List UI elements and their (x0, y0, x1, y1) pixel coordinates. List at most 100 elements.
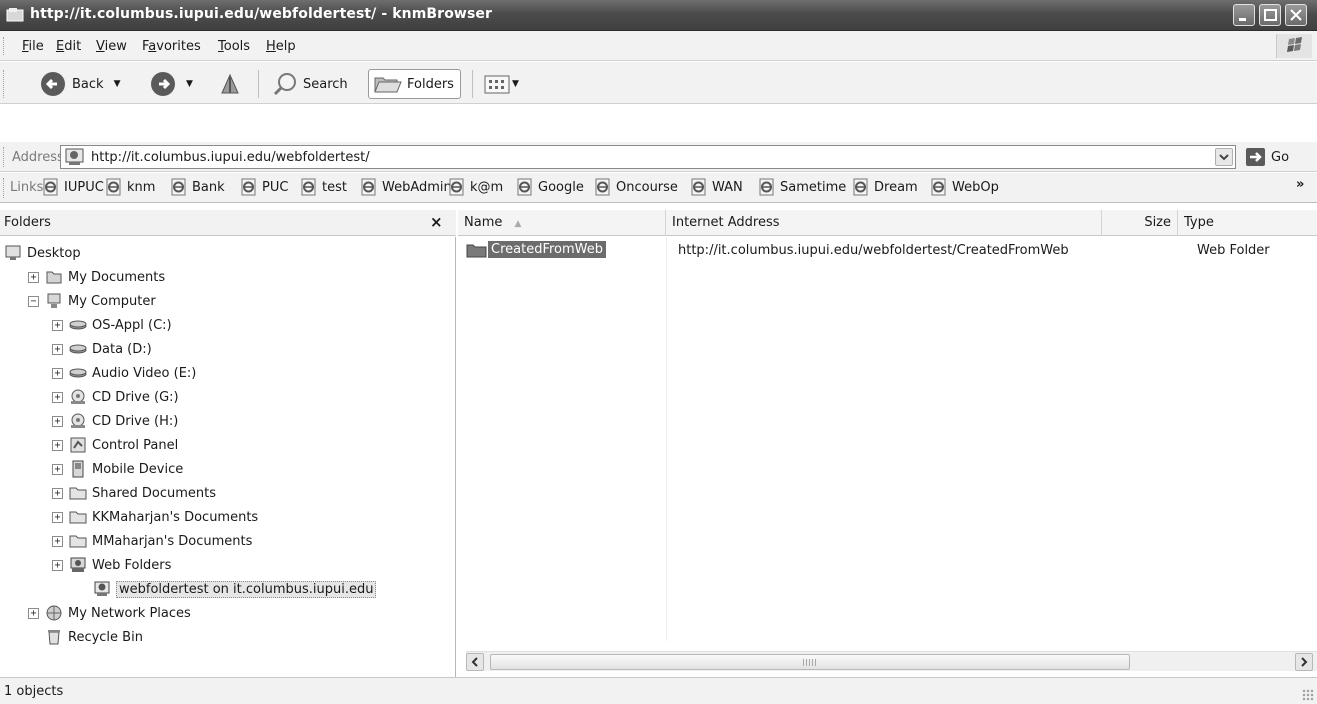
menu-bar-grip[interactable] (3, 37, 6, 55)
tree-item[interactable]: Recycle Bin (28, 625, 143, 649)
links-overflow-chevron[interactable]: » (1296, 177, 1304, 192)
scroll-left-button[interactable] (466, 653, 484, 671)
menu-view[interactable]: View (96, 39, 127, 54)
close-button[interactable] (1285, 4, 1307, 26)
link-item[interactable]: test (300, 178, 347, 196)
collapse-icon[interactable]: − (28, 295, 39, 307)
search-button[interactable]: Search (272, 69, 348, 99)
forward-button[interactable]: ▼ (150, 69, 193, 99)
scroll-right-button[interactable] (1295, 653, 1313, 671)
scrollbar-thumb[interactable] (490, 654, 1130, 670)
menu-edit[interactable]: Edit (56, 39, 81, 54)
tree-item-label: Desktop (27, 245, 81, 261)
tree-item-label: CD Drive (H:) (92, 413, 179, 429)
tree-item[interactable]: + CD Drive (G:) (52, 385, 179, 409)
tree-item[interactable]: + Web Folders (52, 553, 171, 577)
toolbar-grip[interactable] (3, 70, 6, 98)
tree-item[interactable]: + My Network Places (28, 601, 191, 625)
close-icon (1290, 9, 1302, 21)
expand-icon[interactable]: + (52, 463, 63, 475)
tree-item[interactable]: + Data (D:) (52, 337, 152, 361)
tree-item[interactable]: + Shared Documents (52, 481, 216, 505)
expand-icon[interactable]: + (28, 271, 39, 283)
tree-item[interactable]: Desktop (4, 241, 81, 265)
link-item[interactable]: PUC (240, 178, 288, 196)
menu-file[interactable]: File (22, 39, 44, 54)
menu-help[interactable]: Help (266, 39, 296, 54)
link-item[interactable]: WAN (690, 178, 743, 196)
expand-icon[interactable]: + (52, 487, 63, 499)
up-folder-button[interactable] (218, 69, 242, 99)
views-button[interactable]: ▼ (484, 69, 519, 99)
close-folders-pane-button[interactable]: × (430, 213, 443, 231)
folder-icon (466, 244, 487, 257)
folders-button[interactable]: Folders (368, 69, 461, 99)
ie-page-icon (853, 178, 868, 196)
ie-page-icon (106, 178, 121, 196)
menu-tools[interactable]: Tools (218, 39, 250, 54)
expand-icon[interactable]: + (28, 607, 39, 619)
maximize-button[interactable] (1259, 4, 1281, 26)
ie-page-icon (361, 178, 376, 196)
link-label: WAN (712, 179, 743, 195)
links-bar: Links IUPUC knm Bank PUC test WebAdmin k@m Goog… (0, 173, 1317, 203)
link-item[interactable]: WebAdmin (360, 178, 452, 196)
expand-icon[interactable]: + (52, 559, 63, 571)
expand-icon[interactable]: + (52, 511, 63, 523)
list-item-name[interactable]: CreatedFromWeb (466, 241, 606, 258)
tree-item-label: Shared Documents (92, 485, 217, 501)
forward-dropdown-icon[interactable]: ▼ (186, 79, 193, 89)
link-item[interactable]: WebOp (930, 178, 999, 196)
resize-grip[interactable] (1302, 689, 1314, 701)
column-header-size[interactable]: Size (1102, 210, 1178, 236)
expand-icon[interactable]: + (52, 367, 63, 379)
address-bar: Address http://it.columbus.iupui.edu/web… (0, 142, 1317, 172)
tree-item[interactable]: webfoldertest on it.columbus.iupui.edu (76, 577, 377, 601)
column-header-type[interactable]: Type (1178, 210, 1317, 236)
menu-favorites[interactable]: Favorites (142, 39, 201, 54)
ie-page-icon (517, 178, 532, 196)
horizontal-scrollbar[interactable] (466, 651, 1317, 671)
links-bar-grip[interactable] (3, 178, 6, 198)
address-input[interactable]: http://it.columbus.iupui.edu/webfolderte… (60, 145, 1236, 169)
column-header-name[interactable]: Name ▲ (458, 210, 666, 236)
tree-item[interactable]: − My Computer (28, 289, 156, 313)
address-bar-grip[interactable] (3, 147, 6, 167)
tree-item[interactable]: + My Documents (28, 265, 165, 289)
tree-item[interactable]: + Audio Video (E:) (52, 361, 196, 385)
expand-icon[interactable]: + (52, 391, 63, 403)
expand-icon[interactable]: + (52, 439, 63, 451)
link-item[interactable]: Sametime (758, 178, 846, 196)
address-label: Address (12, 150, 64, 165)
tree-item[interactable]: + MMaharjan's Documents (52, 529, 252, 553)
link-item[interactable]: k@m (448, 178, 503, 196)
list-item[interactable]: CreatedFromWeb http://it.columbus.iupui.… (458, 237, 1317, 263)
tree-item[interactable]: + Control Panel (52, 433, 178, 457)
expand-icon[interactable]: + (52, 319, 63, 331)
expand-icon[interactable]: + (52, 343, 63, 355)
link-item[interactable]: IUPUC (42, 178, 104, 196)
address-dropdown-button[interactable] (1215, 148, 1233, 166)
folders-label: Folders (407, 76, 454, 92)
toolbar-separator (472, 70, 473, 98)
link-item[interactable]: knm (105, 178, 155, 196)
link-item[interactable]: Oncourse (594, 178, 678, 196)
link-item[interactable]: Bank (170, 178, 225, 196)
mobile-device-icon (72, 460, 84, 478)
tree-item[interactable]: + KKMaharjan's Documents (52, 505, 258, 529)
expand-icon[interactable]: + (52, 535, 63, 547)
cd-drive-icon (71, 413, 85, 428)
link-item[interactable]: Google (516, 178, 584, 196)
tree-item[interactable]: + CD Drive (H:) (52, 409, 178, 433)
go-button[interactable]: Go (1245, 147, 1289, 167)
minimize-button[interactable] (1233, 4, 1255, 26)
back-button[interactable]: Back ▼ (40, 69, 120, 99)
back-dropdown-icon[interactable]: ▼ (114, 79, 121, 89)
tree-item[interactable]: + OS-Appl (C:) (52, 313, 172, 337)
list-item-type: Web Folder (1197, 243, 1270, 258)
views-dropdown-icon[interactable]: ▼ (512, 79, 519, 89)
link-item[interactable]: Dream (852, 178, 918, 196)
tree-item[interactable]: + Mobile Device (52, 457, 183, 481)
column-header-internet-address[interactable]: Internet Address (666, 210, 1102, 236)
expand-icon[interactable]: + (52, 415, 63, 427)
